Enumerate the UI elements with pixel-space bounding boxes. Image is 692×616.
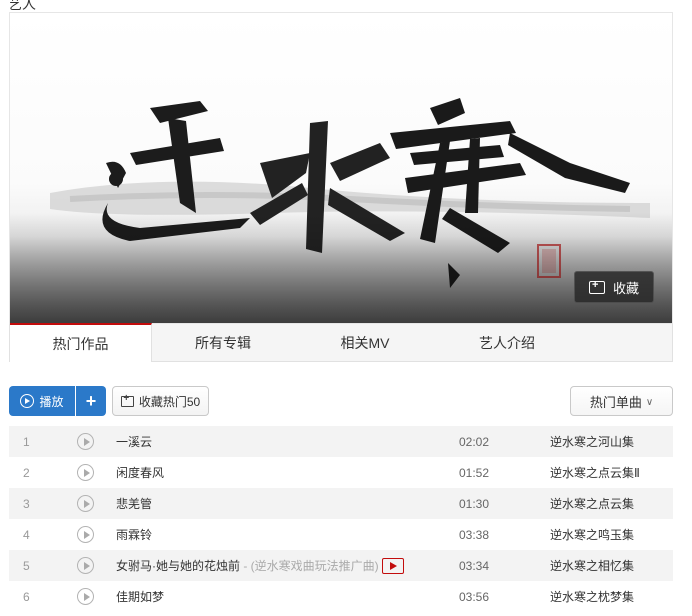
song-album[interactable]: 逆水寒之点云集Ⅱ	[550, 464, 640, 481]
play-icon[interactable]	[77, 495, 94, 512]
song-album[interactable]: 逆水寒之点云集	[550, 495, 634, 512]
song-index: 6	[23, 589, 30, 604]
tab-hot-works[interactable]: 热门作品	[10, 323, 152, 362]
folder-add-icon	[588, 279, 605, 294]
play-label: 播放	[39, 394, 64, 409]
play-icon[interactable]	[77, 464, 94, 481]
song-index: 2	[23, 465, 30, 480]
table-row[interactable]: 4 雨霖铃 03:38 逆水寒之鸣玉集	[9, 519, 673, 550]
song-duration: 03:38	[459, 527, 490, 542]
artist-tabs: 热门作品 所有专辑 相关MV 艺人介绍	[9, 323, 673, 362]
song-title[interactable]: 悲羌管	[116, 495, 152, 512]
song-toolbar: 播放 + 收藏热门50 热门单曲 ∨	[9, 386, 673, 416]
song-album[interactable]: 逆水寒之鸣玉集	[550, 526, 634, 543]
tab-all-albums[interactable]: 所有专辑	[152, 324, 294, 362]
sort-label: 热门单曲	[589, 394, 642, 410]
table-row[interactable]: 3 悲羌管 01:30 逆水寒之点云集	[9, 488, 673, 519]
chevron-down-icon: ∨	[645, 396, 654, 408]
song-album[interactable]: 逆水寒之相忆集	[550, 557, 634, 574]
song-duration: 03:34	[459, 558, 490, 573]
table-row[interactable]: 5 女驸马·她与她的花烛前 - (逆水寒戏曲玩法推广曲) 03:34 逆水寒之相…	[9, 550, 673, 581]
table-row[interactable]: 1 一溪云 02:02 逆水寒之河山集	[9, 426, 673, 457]
song-title[interactable]: 女驸马·她与她的花烛前 - (逆水寒戏曲玩法推广曲)	[116, 557, 404, 575]
song-title[interactable]: 闲度春风	[116, 464, 164, 481]
tab-artist-intro[interactable]: 艺人介绍	[436, 324, 578, 362]
song-duration: 01:30	[459, 496, 490, 511]
play-icon[interactable]	[77, 433, 94, 450]
song-title[interactable]: 一溪云	[116, 433, 152, 450]
folder-add-icon	[120, 393, 134, 407]
play-all-button[interactable]: 播放	[9, 386, 75, 416]
collect-label: 收藏	[612, 280, 639, 296]
add-to-playlist-button[interactable]: +	[76, 386, 106, 416]
song-duration: 02:02	[459, 434, 490, 449]
song-duration: 03:56	[459, 589, 490, 604]
song-index: 5	[23, 558, 30, 573]
play-icon[interactable]	[77, 588, 94, 605]
table-row[interactable]: 6 佳期如梦 03:56 逆水寒之枕梦集	[9, 581, 673, 612]
song-list: 1 一溪云 02:02 逆水寒之河山集 2 闲度春风 01:52 逆水寒之点云集…	[9, 426, 673, 612]
song-index: 4	[23, 527, 30, 542]
song-title[interactable]: 佳期如梦	[116, 588, 164, 605]
artist-banner: 收藏	[9, 12, 673, 324]
top-strip: 艺人	[0, 0, 692, 12]
song-album[interactable]: 逆水寒之枕梦集	[550, 588, 634, 605]
play-icon[interactable]	[77, 526, 94, 543]
sort-dropdown[interactable]: 热门单曲 ∨	[570, 386, 673, 416]
song-title[interactable]: 雨霖铃	[116, 526, 152, 543]
favorite-hot50-button[interactable]: 收藏热门50	[112, 386, 209, 416]
song-index: 1	[23, 434, 30, 449]
play-circle-icon	[20, 394, 35, 408]
song-subtitle: - (逆水寒戏曲玩法推广曲)	[240, 558, 379, 573]
song-index: 3	[23, 496, 30, 511]
tab-related-mv[interactable]: 相关MV	[294, 324, 436, 362]
song-album[interactable]: 逆水寒之河山集	[550, 433, 634, 450]
collect-button[interactable]: 收藏	[574, 271, 654, 303]
mv-icon[interactable]	[381, 558, 404, 575]
favorite-label: 收藏热门50	[138, 394, 201, 409]
song-duration: 01:52	[459, 465, 490, 480]
table-row[interactable]: 2 闲度春风 01:52 逆水寒之点云集Ⅱ	[9, 457, 673, 488]
play-icon[interactable]	[77, 557, 94, 574]
